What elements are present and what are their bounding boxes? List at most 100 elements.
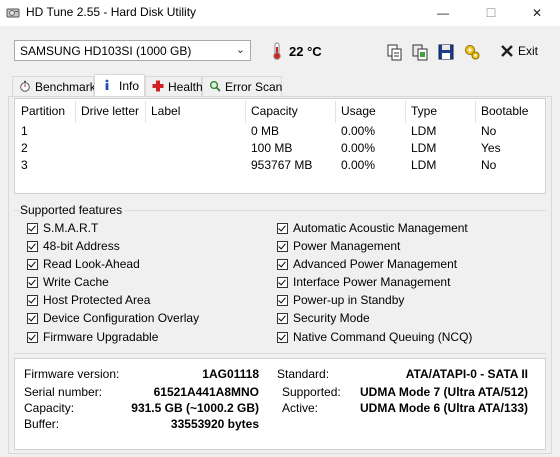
cell-capacity: 953767 MB — [251, 158, 313, 172]
stopwatch-icon — [20, 80, 30, 92]
supported-label: Supported: — [282, 385, 341, 399]
features-title: Supported features — [20, 203, 126, 217]
feature-checkbox[interactable] — [27, 241, 38, 252]
column-header-usage[interactable]: Usage — [341, 104, 376, 120]
cell-type: LDM — [411, 124, 437, 138]
column-header-capacity[interactable]: Capacity — [251, 104, 298, 120]
feature-checkbox[interactable] — [27, 277, 38, 288]
feature-checkbox[interactable] — [277, 223, 288, 234]
feature-checkbox[interactable] — [277, 313, 288, 324]
options-icon[interactable] — [461, 41, 483, 63]
cell-partition: 3 — [21, 158, 28, 172]
cell-bootable: No — [481, 124, 497, 138]
tab-error-scan-label: Error Scan — [225, 80, 283, 94]
tab-benchmark-label: Benchmark — [35, 80, 96, 94]
feature-label: Device Configuration Overlay — [43, 311, 200, 325]
cell-usage: 0.00% — [341, 158, 376, 172]
exit-label: Exit — [518, 44, 539, 58]
cell-type: LDM — [411, 141, 437, 155]
standard-value: ATA/ATAPI-0 - SATA II — [405, 367, 528, 381]
cell-partition: 1 — [21, 124, 28, 138]
feature-checkbox[interactable] — [27, 223, 38, 234]
column-separator — [475, 101, 476, 123]
table-row[interactable]: 1 0 MB 0.00% LDM No — [15, 123, 545, 140]
tab-health-label: Health — [168, 80, 203, 94]
maximize-button[interactable]: ☐ — [468, 0, 514, 26]
cell-capacity: 0 MB — [251, 124, 280, 138]
column-separator — [75, 101, 76, 123]
firmware-value: 1AG01118 — [202, 367, 259, 381]
standard-label: Standard: — [277, 367, 330, 381]
app-icon — [6, 8, 20, 18]
feature-label: Native Command Queuing (NCQ) — [293, 330, 473, 344]
feature-checkbox[interactable] — [277, 332, 288, 343]
capacity-value: 931.5 GB (~1000.2 GB) — [131, 401, 259, 415]
column-separator — [145, 101, 146, 123]
feature-checkbox[interactable] — [27, 313, 38, 324]
firmware-label: Firmware version: — [24, 367, 120, 381]
feature-checkbox[interactable] — [277, 295, 288, 306]
feature-checkbox[interactable] — [277, 259, 288, 270]
buffer-value: 33553920 bytes — [170, 417, 259, 431]
chevron-down-icon[interactable]: ⌄ — [236, 43, 245, 56]
table-row[interactable]: 2 100 MB 0.00% LDM Yes — [15, 140, 545, 157]
feature-checkbox[interactable] — [277, 241, 288, 252]
info-icon — [105, 79, 109, 90]
cell-usage: 0.00% — [341, 141, 376, 155]
tab-info[interactable]: Info — [94, 74, 145, 97]
feature-checkbox[interactable] — [27, 295, 38, 306]
cell-usage: 0.00% — [341, 124, 376, 138]
drive-select-value: SAMSUNG HD103SI (1000 GB) — [20, 44, 192, 58]
column-header-bootable[interactable]: Bootable — [481, 104, 528, 120]
feature-label: S.M.A.R.T — [43, 221, 99, 235]
exit-button[interactable]: Exit — [496, 42, 546, 62]
tab-info-label: Info — [119, 79, 140, 93]
column-separator — [245, 101, 246, 123]
feature-label: Interface Power Management — [293, 275, 451, 289]
title-bar: HD Tune 2.55 - Hard Disk Utility — ☐ ✕ — [0, 0, 560, 26]
buffer-label: Buffer: — [24, 417, 60, 431]
feature-label: Advanced Power Management — [293, 257, 458, 271]
drive-info-box: Firmware version: 1AG01118 Serial number… — [14, 358, 546, 450]
feature-label: Read Look-Ahead — [43, 257, 140, 271]
minimize-button[interactable]: — — [420, 0, 466, 26]
feature-label: Power Management — [293, 239, 401, 253]
exit-x-icon — [501, 45, 513, 57]
feature-label: Power-up in Standby — [293, 293, 405, 307]
tab-error-scan[interactable]: Error Scan — [202, 76, 282, 96]
drive-select[interactable]: SAMSUNG HD103SI (1000 GB) ⌄ — [14, 40, 251, 61]
cell-type: LDM — [411, 158, 437, 172]
feature-checkbox[interactable] — [27, 332, 38, 343]
cell-capacity: 100 MB — [251, 141, 293, 155]
active-label: Active: — [282, 401, 319, 415]
feature-label: Automatic Acoustic Management — [293, 221, 468, 235]
column-header-type[interactable]: Type — [411, 104, 437, 120]
health-cross-icon — [152, 80, 164, 92]
feature-label: Host Protected Area — [43, 293, 151, 307]
cell-partition: 2 — [21, 141, 28, 155]
active-value: UDMA Mode 6 (Ultra ATA/133) — [359, 401, 528, 415]
cell-bootable: No — [481, 158, 497, 172]
table-row[interactable]: 3 953767 MB 0.00% LDM No — [15, 157, 545, 174]
tab-health[interactable]: Health — [145, 76, 203, 96]
copy-info-icon[interactable] — [383, 41, 405, 63]
feature-checkbox[interactable] — [27, 259, 38, 270]
column-header-drive-letter[interactable]: Drive letter — [81, 104, 139, 120]
column-header-partition[interactable]: Partition — [21, 104, 65, 120]
capacity-label: Capacity: — [24, 401, 75, 415]
serial-label: Serial number: — [24, 385, 103, 399]
column-separator — [405, 101, 406, 123]
copy-all-icon[interactable] — [409, 41, 431, 63]
save-icon[interactable] — [435, 41, 457, 63]
feature-label: 48-bit Address — [43, 239, 120, 253]
close-button[interactable]: ✕ — [514, 0, 560, 26]
info-divider — [14, 353, 546, 354]
feature-label: Firmware Upgradable — [43, 330, 159, 344]
feature-label: Write Cache — [43, 275, 109, 289]
column-header-label[interactable]: Label — [151, 104, 180, 120]
feature-label: Security Mode — [293, 311, 370, 325]
window-title: HD Tune 2.55 - Hard Disk Utility — [26, 5, 197, 19]
tab-benchmark[interactable]: Benchmark — [12, 76, 96, 96]
supported-value: UDMA Mode 7 (Ultra ATA/512) — [359, 385, 528, 399]
feature-checkbox[interactable] — [277, 277, 288, 288]
